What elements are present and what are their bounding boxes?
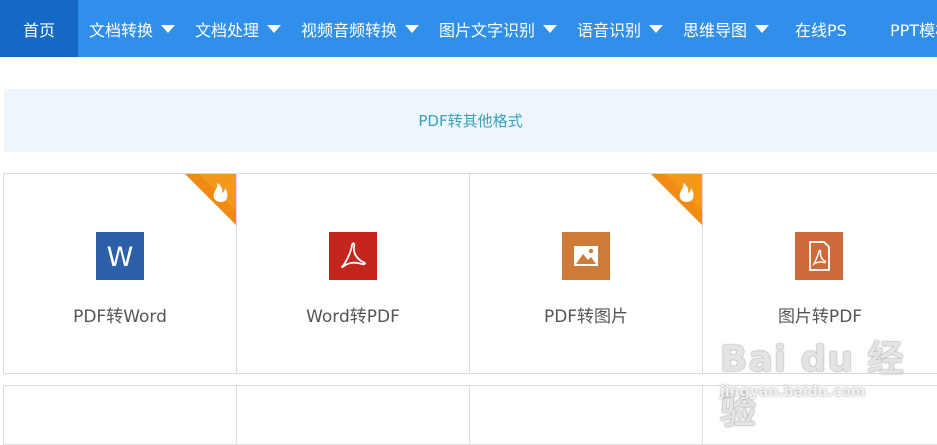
nav-item-online-ps[interactable]: 在线PS <box>778 0 876 57</box>
flame-icon <box>651 174 702 225</box>
section-banner: PDF转其他格式 <box>4 89 937 152</box>
tool-card[interactable] <box>236 386 469 444</box>
nav-item-label: 视频音频转换 <box>301 20 398 40</box>
tool-card-word-to-pdf[interactable]: Word转PDF <box>236 174 469 373</box>
nav-item-doc-process[interactable]: 文档处理 <box>184 0 290 57</box>
chevron-down-icon <box>405 24 420 33</box>
chevron-down-icon <box>649 24 664 33</box>
flame-icon <box>185 174 236 225</box>
image-icon <box>562 232 610 280</box>
word-icon: W <box>96 232 144 280</box>
pdf-doc-icon <box>795 232 843 280</box>
nav-item-ppt-template[interactable]: PPT模板 <box>876 0 937 57</box>
nav-item-mindmap[interactable]: 思维导图 <box>672 0 778 57</box>
nav-item-label: 思维导图 <box>683 20 748 40</box>
nav-item-av-convert[interactable]: 视频音频转换 <box>290 0 428 57</box>
nav-item-ocr[interactable]: 图片文字识别 <box>428 0 566 57</box>
tool-label: 图片转PDF <box>777 307 863 327</box>
nav-item-label: 图片文字识别 <box>439 20 536 40</box>
tool-label: Word转PDF <box>306 307 400 327</box>
top-nav: 首页 文档转换 文档处理 视频音频转换 图片文字识别 语音识别 思维导图 在线P… <box>0 0 937 57</box>
tool-label: PDF转Word <box>73 307 167 327</box>
svg-text:W: W <box>107 242 134 273</box>
tool-card[interactable] <box>3 386 236 444</box>
nav-item-label: 文档转换 <box>89 20 154 40</box>
nav-item-label: 文档处理 <box>195 20 260 40</box>
nav-item-label: 在线PS <box>795 20 847 40</box>
nav-item-label: 首页 <box>22 20 55 40</box>
watermark-logo: Bai du 经验 <box>720 339 905 432</box>
tool-card-pdf-to-word[interactable]: W PDF转Word <box>3 174 236 373</box>
watermark: Bai du 经验 jingyan.baidu.com <box>716 330 937 432</box>
nav-item-home[interactable]: 首页 <box>0 0 78 57</box>
chevron-down-icon <box>755 24 770 33</box>
tool-card-pdf-to-image[interactable]: PDF转图片 <box>469 174 702 373</box>
chevron-down-icon <box>161 24 176 33</box>
pdf-icon <box>329 232 377 280</box>
chevron-down-icon <box>267 24 282 33</box>
nav-item-label: 语音识别 <box>577 20 642 40</box>
tool-label: PDF转图片 <box>543 307 629 327</box>
nav-item-label: PPT模板 <box>890 20 937 40</box>
tool-card[interactable] <box>469 386 702 444</box>
nav-item-doc-convert[interactable]: 文档转换 <box>78 0 184 57</box>
watermark-url: jingyan.baidu.com <box>720 384 866 400</box>
nav-item-speech[interactable]: 语音识别 <box>566 0 672 57</box>
chevron-down-icon <box>543 24 558 33</box>
section-title[interactable]: PDF转其他格式 <box>418 110 522 131</box>
